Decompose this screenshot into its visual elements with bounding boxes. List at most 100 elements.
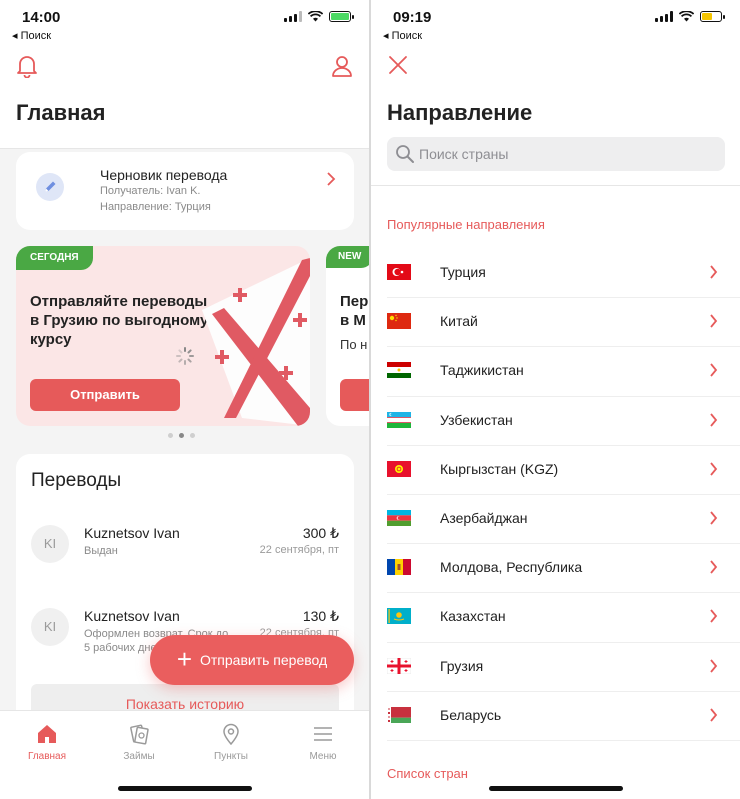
- country-list-heading: Список стран: [387, 766, 468, 781]
- promo-text: Отправляйте переводы в Грузию по выгодно…: [30, 293, 209, 348]
- signal-icon: [284, 11, 302, 22]
- promo-send-button[interactable]: Отправить: [30, 379, 180, 411]
- wifi-icon: [308, 11, 323, 22]
- list-item[interactable]: Узбекистан: [371, 397, 740, 446]
- home-indicator: [488, 786, 623, 791]
- carousel-dot-active[interactable]: [179, 433, 184, 438]
- loading-spinner-icon: [176, 347, 194, 365]
- draft-transfer-card[interactable]: Черновик перевода Получатель: Ivan K. На…: [16, 152, 354, 230]
- promo-card-next[interactable]: NEW Пер в М По н: [326, 246, 369, 426]
- chevron-right-icon: [710, 363, 718, 377]
- list-item[interactable]: Молдова, Республика: [371, 544, 740, 594]
- country-name: Таджикистан: [440, 362, 524, 379]
- list-item[interactable]: Грузия: [371, 643, 740, 692]
- home-header: Главная: [0, 44, 369, 149]
- tab-loans[interactable]: Займы: [104, 723, 174, 762]
- belarus-flag-icon: [387, 706, 411, 723]
- list-item[interactable]: Китай: [371, 298, 740, 348]
- battery-icon: [329, 11, 354, 22]
- carousel-dot[interactable]: [168, 433, 173, 438]
- tab-points[interactable]: Пункты: [196, 723, 266, 762]
- transfers-card: Переводы KI Kuznetsov Ivan Выдан 300 ₺ 2…: [16, 454, 354, 744]
- list-item[interactable]: Турция: [371, 249, 740, 299]
- country-name: Грузия: [440, 657, 484, 674]
- chevron-right-icon: [710, 265, 718, 279]
- country-name: Кыргызстан (KGZ): [440, 460, 559, 477]
- transfer-name: Kuznetsov Ivan: [84, 608, 180, 624]
- tab-home[interactable]: Главная: [12, 723, 82, 762]
- send-transfer-button[interactable]: + Отправить перевод: [150, 635, 354, 685]
- chevron-right-icon: [710, 658, 718, 673]
- tab-label: Меню: [309, 751, 337, 762]
- direction-screen: 09:19 ◂ Поиск Направление Популярные нап…: [371, 0, 740, 799]
- status-bar: 09:19 ◂ Поиск: [371, 0, 740, 44]
- chevron-right-icon: [710, 462, 718, 476]
- send-transfer-label: Отправить перевод: [200, 652, 328, 668]
- tab-label: Главная: [27, 751, 67, 762]
- list-item[interactable]: Кыргызстан (KGZ): [371, 446, 740, 496]
- list-item[interactable]: Беларусь: [371, 692, 740, 742]
- table-row[interactable]: KI Kuznetsov Ivan Выдан 300 ₺ 22 сентябр…: [16, 525, 354, 585]
- search-input[interactable]: [419, 137, 709, 171]
- signal-icon: [655, 11, 673, 22]
- country-name: Китай: [440, 313, 478, 330]
- list-item[interactable]: Казахстан: [371, 593, 740, 643]
- georgia-flag-icon: [387, 657, 411, 674]
- tajikistan-flag-icon: [387, 362, 411, 379]
- status-icons: [284, 11, 354, 22]
- back-to-search-link[interactable]: ◂ Поиск: [383, 29, 422, 42]
- home-icon: [38, 725, 56, 743]
- country-name: Узбекистан: [440, 411, 513, 428]
- chevron-right-icon: [710, 609, 718, 623]
- loans-icon: [130, 724, 149, 745]
- list-item[interactable]: Таджикистан: [371, 347, 740, 397]
- kyrgyzstan-flag-icon: [387, 460, 411, 477]
- pencil-icon: [36, 173, 64, 201]
- country-name: Молдова, Республика: [440, 559, 583, 576]
- status-bar: 14:00 ◂ Поиск: [0, 0, 369, 44]
- list-item[interactable]: Азербайджан: [371, 495, 740, 545]
- page-title: Направление: [387, 100, 533, 125]
- profile-icon[interactable]: [331, 54, 353, 78]
- country-search: [387, 137, 725, 171]
- popular-heading: Популярные направления: [387, 217, 545, 232]
- menu-icon: [314, 727, 332, 741]
- country-list: Турция Китай Таджикистан Узбекистан Кырг: [371, 249, 740, 742]
- azerbaijan-flag-icon: [387, 509, 411, 526]
- promo-next-line2: в М: [340, 312, 366, 329]
- country-name: Турция: [440, 264, 486, 280]
- tab-menu[interactable]: Меню: [288, 723, 358, 762]
- chevron-right-icon: [710, 314, 718, 328]
- wifi-icon: [679, 11, 694, 22]
- transfer-name: Kuznetsov Ivan: [84, 525, 180, 541]
- transfer-date: 22 сентября, пт: [259, 544, 339, 556]
- page-title: Главная: [16, 100, 106, 125]
- tab-label: Пункты: [214, 751, 248, 762]
- country-name: Казахстан: [440, 608, 506, 625]
- back-to-search-link[interactable]: ◂ Поиск: [12, 29, 51, 42]
- bell-icon[interactable]: [16, 54, 38, 78]
- promo-card-georgia[interactable]: СЕГОДНЯ Отправляйте переводы в Грузию по…: [16, 246, 310, 426]
- avatar: KI: [31, 608, 69, 646]
- promo-next-badge: NEW: [326, 246, 369, 268]
- chevron-right-icon: [327, 172, 336, 186]
- battery-icon: [700, 11, 725, 22]
- avatar: KI: [31, 525, 69, 563]
- promo-next-button[interactable]: [340, 379, 369, 411]
- transfer-status: Выдан: [84, 545, 118, 557]
- country-name: Азербайджан: [440, 509, 528, 526]
- status-time: 14:00: [22, 9, 61, 26]
- promo-next-line3: По н: [340, 337, 368, 352]
- close-icon[interactable]: [387, 54, 409, 76]
- transfer-amount: 130 ₺: [302, 608, 339, 624]
- carousel-dot[interactable]: [190, 433, 195, 438]
- plus-icon: +: [176, 644, 192, 674]
- chevron-right-icon: [710, 560, 718, 574]
- moldova-flag-icon: [387, 559, 411, 576]
- kazakhstan-flag-icon: [387, 608, 411, 625]
- transfer-amount: 300 ₺: [302, 525, 339, 541]
- transfers-title: Переводы: [31, 470, 122, 491]
- header-divider: [371, 185, 740, 186]
- draft-title: Черновик перевода: [100, 167, 228, 183]
- promo-next-line1: Пер: [340, 293, 369, 310]
